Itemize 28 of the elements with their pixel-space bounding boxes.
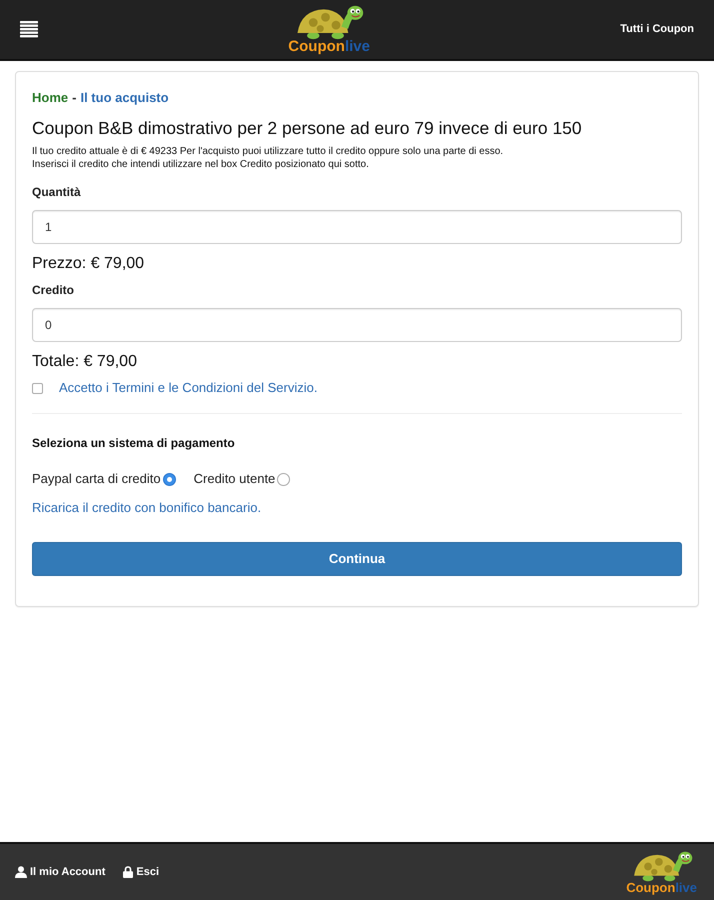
credit-note: Il tuo credito attuale è di € 49233 Per l'acquisto puoi utilizzare tutto il credito oppure solo una parte di esso. Inserisci il credito che intendi utilizzare nel box Credito posizionato qui sotto.: [32, 145, 504, 171]
price-text: Prezzo: € 79,00: [32, 254, 146, 274]
all-coupons-link[interactable]: Tutti i Coupon: [620, 21, 694, 38]
payment-heading: Seleziona un sistema di pagamento: [32, 435, 236, 451]
terms-link[interactable]: Accetto i Termini e le Condizioni del Servizio.: [59, 379, 318, 397]
menu-icon[interactable]: [20, 21, 38, 38]
total-text: Totale: € 79,00: [32, 352, 138, 372]
field-label: Credito: [32, 282, 75, 298]
payment-option-label: Credito utente: [194, 470, 276, 488]
payment-radio[interactable]: [162, 472, 176, 486]
footer-link[interactable]: Esci: [123, 864, 160, 880]
recharge-credit-link[interactable]: Ricarica il credito con bonifico bancario.: [32, 499, 682, 517]
continue-button[interactable]: Continua: [32, 542, 682, 576]
user-icon: [15, 866, 27, 878]
breadcrumb-link[interactable]: Home: [32, 89, 68, 107]
input-field[interactable]: 1: [32, 210, 682, 244]
logo-wordmark[interactable]: Couponlive: [626, 880, 697, 894]
footer-link[interactable]: Il mio Account: [15, 864, 106, 880]
logo-wordmark[interactable]: Couponlive: [288, 39, 370, 54]
lock-icon: [123, 866, 134, 878]
input-field[interactable]: 0: [32, 308, 682, 342]
breadcrumb-separator: -: [72, 89, 76, 107]
payment-option-label: Paypal carta di credito: [32, 470, 161, 488]
field-label: Quantità: [32, 184, 82, 200]
terms-checkbox[interactable]: [32, 382, 43, 394]
breadcrumb-link[interactable]: Il tuo acquisto: [80, 89, 169, 107]
payment-radio[interactable]: [277, 472, 290, 486]
coupon-title: Coupon B&B dimostrativo per 2 persone ad euro 79 invece di euro 150: [32, 117, 583, 139]
